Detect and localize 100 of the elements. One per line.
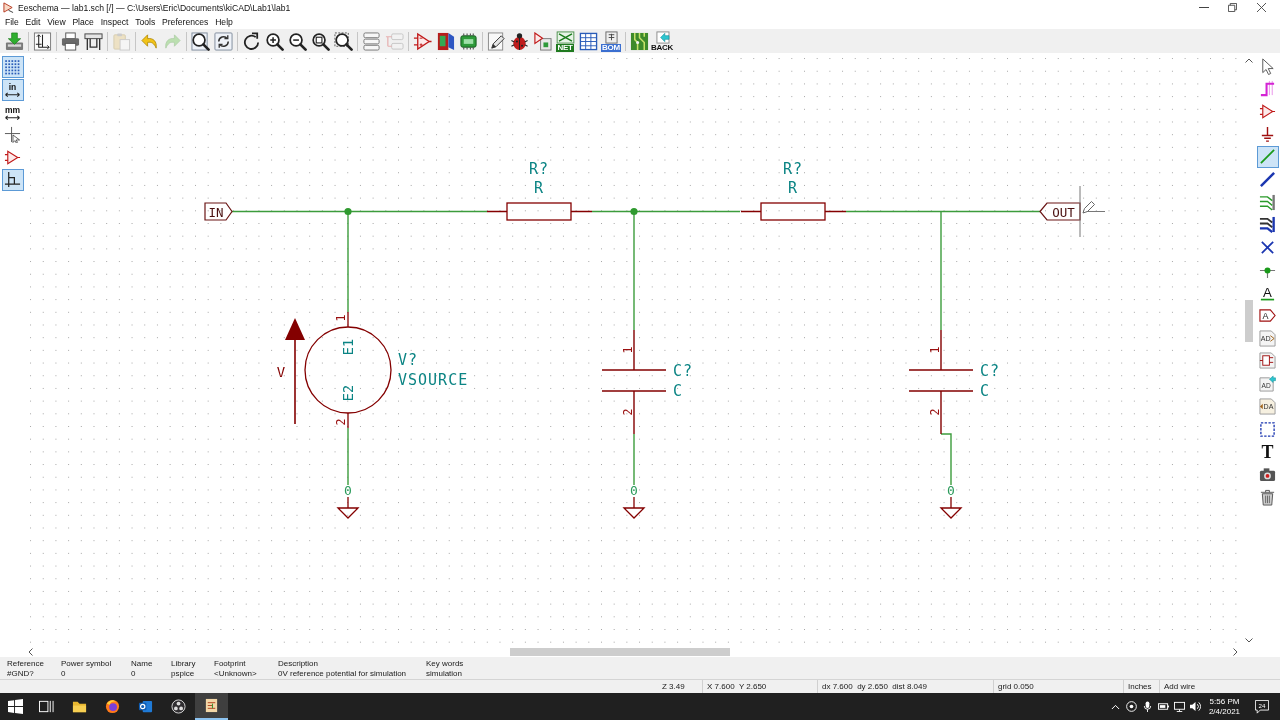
add-wire-button[interactable] xyxy=(1256,145,1279,168)
speaker-icon[interactable] xyxy=(1189,701,1201,712)
value-label: C xyxy=(980,382,991,400)
grid-toggle-button[interactable] xyxy=(1,56,24,78)
field-label: Power symbol xyxy=(61,659,113,669)
ground-symbol xyxy=(622,496,646,519)
scrollbar-thumb[interactable] xyxy=(1245,300,1253,342)
pin-name: E1 xyxy=(340,338,356,356)
wire-line-icon xyxy=(1259,148,1276,166)
window-title: Eeschema — lab1.sch [/] — C:\Users\Eric\Documents\kiCAD\Lab1\lab1 xyxy=(18,2,292,13)
chevron-down-icon[interactable] xyxy=(1245,638,1253,643)
trash-icon xyxy=(1259,488,1276,506)
close-icon xyxy=(1257,3,1266,12)
menu-item[interactable]: Place xyxy=(69,15,98,29)
value-label: R xyxy=(788,179,798,197)
pin-number: 2 xyxy=(334,418,348,426)
crosshair-cursor-icon xyxy=(4,126,21,144)
mail-app-icon xyxy=(138,699,153,714)
field-label: Key words xyxy=(426,659,464,669)
pin-name: E2 xyxy=(340,384,356,402)
opamp-icon xyxy=(4,148,21,166)
value-label: R xyxy=(534,179,544,197)
taskbar-app-button[interactable] xyxy=(195,693,228,720)
ground-symbol xyxy=(336,496,360,519)
download-tray-icon xyxy=(4,31,24,51)
add-sheet-button[interactable] xyxy=(1256,349,1279,372)
opamp-icon xyxy=(1259,102,1276,120)
field-value: 0 xyxy=(131,669,137,679)
minimize-icon xyxy=(1198,7,1209,8)
net-trace-icon xyxy=(1259,80,1276,98)
global-label: IN xyxy=(204,202,233,221)
netlist-button[interactable]: NET xyxy=(553,29,577,53)
chevron-left-icon[interactable] xyxy=(28,648,33,656)
clipboard-icon xyxy=(111,31,131,51)
find-button[interactable] xyxy=(188,29,212,53)
menu-item[interactable]: Tools xyxy=(131,15,159,29)
battery-icon[interactable] xyxy=(1157,701,1169,712)
wire-entry-icon xyxy=(1259,193,1276,211)
junction-dot xyxy=(344,207,352,216)
value-label: C xyxy=(673,382,684,400)
redo-arrow-icon xyxy=(162,31,182,51)
menu-item[interactable]: Inspect xyxy=(97,15,132,29)
schematic-app-icon xyxy=(204,698,219,713)
chip-icon xyxy=(458,31,478,51)
field-value: simulation xyxy=(426,669,463,679)
menu-item[interactable]: View xyxy=(43,15,69,29)
scrollbar-thumb[interactable] xyxy=(510,648,730,656)
find-replace-button[interactable] xyxy=(211,29,235,53)
ground-icon xyxy=(1259,125,1276,143)
field-value: <Unknown> xyxy=(214,669,258,679)
chevron-right-icon[interactable] xyxy=(1233,648,1238,656)
zoom-fit-icon xyxy=(310,31,330,51)
menu-item[interactable]: File xyxy=(1,15,23,29)
menu-item[interactable]: Preferences xyxy=(158,15,212,29)
opamp-icon xyxy=(412,31,432,51)
pin-number: 2 xyxy=(928,408,942,416)
restore-icon xyxy=(1228,3,1237,12)
monitor-icon[interactable] xyxy=(1173,701,1185,712)
ground-value-label: 0 xyxy=(630,482,638,498)
sheet-icon xyxy=(1259,352,1276,370)
bus-line-icon xyxy=(1259,170,1276,188)
reference-label: C? xyxy=(980,362,1001,380)
windows-logo-icon xyxy=(7,699,23,714)
folder-icon xyxy=(72,699,87,714)
caret-up-icon[interactable] xyxy=(1110,703,1120,710)
pin-number: 1 xyxy=(334,314,348,322)
ladybug-icon xyxy=(509,31,529,51)
circle-dots-icon xyxy=(171,699,186,714)
field-label: Description xyxy=(278,659,319,669)
clock-time[interactable]: 5:56 PM xyxy=(1209,696,1240,707)
chevron-up-icon[interactable] xyxy=(1245,58,1253,63)
camera-icon xyxy=(1259,465,1276,483)
reference-label: R? xyxy=(528,160,550,178)
pin-number: 1 xyxy=(621,346,635,354)
zoom-in-icon xyxy=(264,31,284,51)
field-value: 0 xyxy=(61,669,67,679)
reference-label: V? xyxy=(398,351,419,369)
menu-item[interactable]: Help xyxy=(211,15,237,29)
line-mode-button[interactable] xyxy=(1,168,24,191)
target-icon[interactable] xyxy=(1125,701,1137,712)
right-angle-icon xyxy=(4,171,21,189)
dashed-rectangle-icon xyxy=(1259,420,1276,438)
back-button[interactable]: BACK xyxy=(650,29,674,53)
app-logo-icon xyxy=(3,2,14,13)
cross-icon xyxy=(1259,239,1276,256)
ground-value-label: 0 xyxy=(947,482,955,498)
table-icon xyxy=(578,31,598,51)
field-value: pspice xyxy=(171,669,196,679)
zoom-selection-button[interactable] xyxy=(331,29,355,53)
clock-date[interactable]: 2/4/2021 xyxy=(1208,706,1241,717)
cursor-icon xyxy=(1079,185,1106,238)
wire xyxy=(940,433,952,486)
bom-button[interactable]: BOM xyxy=(599,29,623,53)
zoom-out-icon xyxy=(287,31,307,51)
globe-icon xyxy=(105,699,120,714)
boxes-arrow-icon xyxy=(384,31,404,51)
menu-item[interactable]: Edit xyxy=(22,15,44,29)
field-label: Reference xyxy=(7,659,45,669)
value-label: VSOURCE xyxy=(398,371,469,389)
microphone-icon[interactable] xyxy=(1141,701,1153,712)
